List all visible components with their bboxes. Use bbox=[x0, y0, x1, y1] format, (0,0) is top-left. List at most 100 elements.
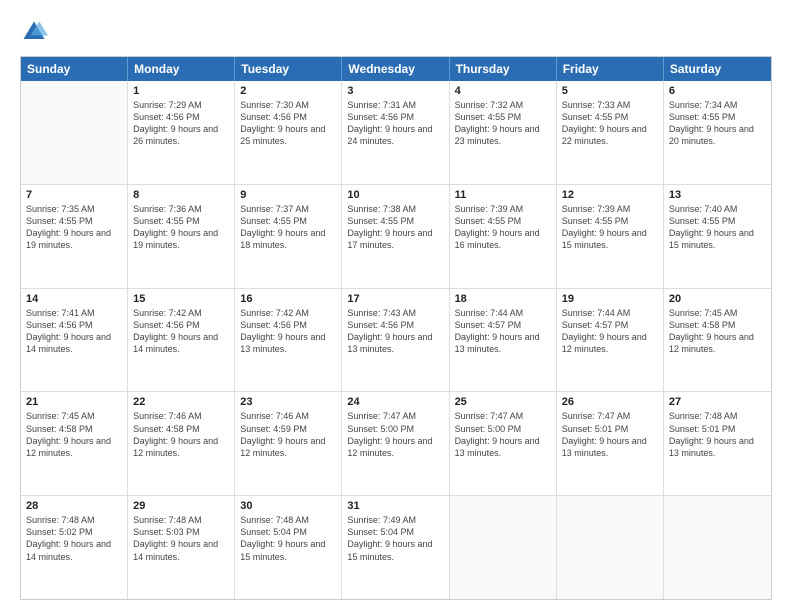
calendar-cell: 29 Sunrise: 7:48 AMSunset: 5:03 PMDayligh… bbox=[128, 496, 235, 599]
calendar-cell: 7 Sunrise: 7:35 AMSunset: 4:55 PMDaylight… bbox=[21, 185, 128, 288]
day-of-week-wednesday: Wednesday bbox=[342, 57, 449, 81]
calendar-cell: 30 Sunrise: 7:48 AMSunset: 5:04 PMDayligh… bbox=[235, 496, 342, 599]
calendar-cell: 18 Sunrise: 7:44 AMSunset: 4:57 PMDayligh… bbox=[450, 289, 557, 392]
calendar-cell: 16 Sunrise: 7:42 AMSunset: 4:56 PMDayligh… bbox=[235, 289, 342, 392]
day-info: Sunrise: 7:30 AMSunset: 4:56 PMDaylight:… bbox=[240, 99, 336, 148]
day-info: Sunrise: 7:39 AMSunset: 4:55 PMDaylight:… bbox=[562, 203, 658, 252]
calendar-cell: 13Sunrise: 7:40 AMSunset: 4:55 PMDayligh… bbox=[664, 185, 771, 288]
day-number: 29 bbox=[133, 500, 229, 512]
calendar-cell: 17Sunrise: 7:43 AMSunset: 4:56 PMDayligh… bbox=[342, 289, 449, 392]
day-info: Sunrise: 7:47 AMSunset: 5:00 PMDaylight:… bbox=[455, 410, 551, 459]
calendar: SundayMondayTuesdayWednesdayThursdayFrid… bbox=[20, 56, 772, 600]
day-info: Sunrise: 7:39 AMSunset: 4:55 PMDaylight:… bbox=[455, 203, 551, 252]
day-info: Sunrise: 7:36 AMSunset: 4:55 PMDaylight:… bbox=[133, 203, 229, 252]
day-of-week-tuesday: Tuesday bbox=[235, 57, 342, 81]
calendar-cell: 1 Sunrise: 7:29 AMSunset: 4:56 PMDaylight… bbox=[128, 81, 235, 184]
calendar-row-5: 28 Sunrise: 7:48 AMSunset: 5:02 PMDayligh… bbox=[21, 496, 771, 599]
day-number: 26 bbox=[562, 396, 658, 408]
day-number: 30 bbox=[240, 500, 336, 512]
day-number: 13 bbox=[669, 189, 766, 201]
day-number: 16 bbox=[240, 293, 336, 305]
day-number: 22 bbox=[133, 396, 229, 408]
calendar-cell: 25 Sunrise: 7:47 AMSunset: 5:00 PMDayligh… bbox=[450, 392, 557, 495]
calendar-row-4: 21 Sunrise: 7:45 AMSunset: 4:58 PMDayligh… bbox=[21, 392, 771, 496]
day-of-week-friday: Friday bbox=[557, 57, 664, 81]
calendar-row-3: 14 Sunrise: 7:41 AMSunset: 4:56 PMDayligh… bbox=[21, 289, 771, 393]
day-number: 7 bbox=[26, 189, 122, 201]
day-number: 17 bbox=[347, 293, 443, 305]
page: SundayMondayTuesdayWednesdayThursdayFrid… bbox=[0, 0, 792, 612]
day-number: 3 bbox=[347, 85, 443, 97]
calendar-cell: 22 Sunrise: 7:46 AMSunset: 4:58 PMDayligh… bbox=[128, 392, 235, 495]
calendar-cell: 19Sunrise: 7:44 AMSunset: 4:57 PMDayligh… bbox=[557, 289, 664, 392]
day-info: Sunrise: 7:47 AMSunset: 5:00 PMDaylight:… bbox=[347, 410, 443, 459]
calendar-cell: 20 Sunrise: 7:45 AMSunset: 4:58 PMDayligh… bbox=[664, 289, 771, 392]
day-of-week-saturday: Saturday bbox=[664, 57, 771, 81]
calendar-body: 1 Sunrise: 7:29 AMSunset: 4:56 PMDaylight… bbox=[21, 81, 771, 599]
day-number: 2 bbox=[240, 85, 336, 97]
header bbox=[20, 18, 772, 46]
calendar-cell: 14 Sunrise: 7:41 AMSunset: 4:56 PMDayligh… bbox=[21, 289, 128, 392]
day-info: Sunrise: 7:33 AMSunset: 4:55 PMDaylight:… bbox=[562, 99, 658, 148]
day-info: Sunrise: 7:46 AMSunset: 4:58 PMDaylight:… bbox=[133, 410, 229, 459]
calendar-cell: 26Sunrise: 7:47 AMSunset: 5:01 PMDayligh… bbox=[557, 392, 664, 495]
day-number: 1 bbox=[133, 85, 229, 97]
day-of-week-thursday: Thursday bbox=[450, 57, 557, 81]
calendar-row-1: 1 Sunrise: 7:29 AMSunset: 4:56 PMDaylight… bbox=[21, 81, 771, 185]
calendar-cell: 10Sunrise: 7:38 AMSunset: 4:55 PMDayligh… bbox=[342, 185, 449, 288]
day-info: Sunrise: 7:45 AMSunset: 4:58 PMDaylight:… bbox=[669, 307, 766, 356]
day-info: Sunrise: 7:48 AMSunset: 5:01 PMDaylight:… bbox=[669, 410, 766, 459]
day-info: Sunrise: 7:38 AMSunset: 4:55 PMDaylight:… bbox=[347, 203, 443, 252]
calendar-cell: 28 Sunrise: 7:48 AMSunset: 5:02 PMDayligh… bbox=[21, 496, 128, 599]
day-number: 11 bbox=[455, 189, 551, 201]
calendar-row-2: 7 Sunrise: 7:35 AMSunset: 4:55 PMDaylight… bbox=[21, 185, 771, 289]
calendar-cell: 4 Sunrise: 7:32 AMSunset: 4:55 PMDaylight… bbox=[450, 81, 557, 184]
calendar-cell: 5 Sunrise: 7:33 AMSunset: 4:55 PMDaylight… bbox=[557, 81, 664, 184]
calendar-cell: 27Sunrise: 7:48 AMSunset: 5:01 PMDayligh… bbox=[664, 392, 771, 495]
calendar-cell: 23 Sunrise: 7:46 AMSunset: 4:59 PMDayligh… bbox=[235, 392, 342, 495]
calendar-cell: 8 Sunrise: 7:36 AMSunset: 4:55 PMDaylight… bbox=[128, 185, 235, 288]
day-info: Sunrise: 7:48 AMSunset: 5:03 PMDaylight:… bbox=[133, 514, 229, 563]
calendar-cell: 24 Sunrise: 7:47 AMSunset: 5:00 PMDayligh… bbox=[342, 392, 449, 495]
day-number: 5 bbox=[562, 85, 658, 97]
calendar-cell: 3 Sunrise: 7:31 AMSunset: 4:56 PMDaylight… bbox=[342, 81, 449, 184]
day-info: Sunrise: 7:32 AMSunset: 4:55 PMDaylight:… bbox=[455, 99, 551, 148]
day-info: Sunrise: 7:31 AMSunset: 4:56 PMDaylight:… bbox=[347, 99, 443, 148]
day-number: 9 bbox=[240, 189, 336, 201]
day-number: 24 bbox=[347, 396, 443, 408]
calendar-cell: 11 Sunrise: 7:39 AMSunset: 4:55 PMDayligh… bbox=[450, 185, 557, 288]
calendar-cell: 6Sunrise: 7:34 AMSunset: 4:55 PMDaylight… bbox=[664, 81, 771, 184]
day-number: 21 bbox=[26, 396, 122, 408]
day-number: 28 bbox=[26, 500, 122, 512]
day-info: Sunrise: 7:48 AMSunset: 5:02 PMDaylight:… bbox=[26, 514, 122, 563]
day-number: 20 bbox=[669, 293, 766, 305]
calendar-cell: 15 Sunrise: 7:42 AMSunset: 4:56 PMDayligh… bbox=[128, 289, 235, 392]
day-number: 25 bbox=[455, 396, 551, 408]
day-info: Sunrise: 7:29 AMSunset: 4:56 PMDaylight:… bbox=[133, 99, 229, 148]
day-info: Sunrise: 7:34 AMSunset: 4:55 PMDaylight:… bbox=[669, 99, 766, 148]
calendar-header: SundayMondayTuesdayWednesdayThursdayFrid… bbox=[21, 57, 771, 81]
day-info: Sunrise: 7:49 AMSunset: 5:04 PMDaylight:… bbox=[347, 514, 443, 563]
day-number: 15 bbox=[133, 293, 229, 305]
day-number: 14 bbox=[26, 293, 122, 305]
day-number: 4 bbox=[455, 85, 551, 97]
day-info: Sunrise: 7:42 AMSunset: 4:56 PMDaylight:… bbox=[133, 307, 229, 356]
calendar-cell: 21 Sunrise: 7:45 AMSunset: 4:58 PMDayligh… bbox=[21, 392, 128, 495]
day-info: Sunrise: 7:42 AMSunset: 4:56 PMDaylight:… bbox=[240, 307, 336, 356]
calendar-cell: 12Sunrise: 7:39 AMSunset: 4:55 PMDayligh… bbox=[557, 185, 664, 288]
day-info: Sunrise: 7:44 AMSunset: 4:57 PMDaylight:… bbox=[455, 307, 551, 356]
day-info: Sunrise: 7:45 AMSunset: 4:58 PMDaylight:… bbox=[26, 410, 122, 459]
day-number: 23 bbox=[240, 396, 336, 408]
day-info: Sunrise: 7:46 AMSunset: 4:59 PMDaylight:… bbox=[240, 410, 336, 459]
day-number: 8 bbox=[133, 189, 229, 201]
calendar-cell: 9 Sunrise: 7:37 AMSunset: 4:55 PMDaylight… bbox=[235, 185, 342, 288]
calendar-cell bbox=[557, 496, 664, 599]
day-info: Sunrise: 7:41 AMSunset: 4:56 PMDaylight:… bbox=[26, 307, 122, 356]
day-info: Sunrise: 7:48 AMSunset: 5:04 PMDaylight:… bbox=[240, 514, 336, 563]
day-number: 18 bbox=[455, 293, 551, 305]
day-info: Sunrise: 7:44 AMSunset: 4:57 PMDaylight:… bbox=[562, 307, 658, 356]
calendar-cell bbox=[21, 81, 128, 184]
day-info: Sunrise: 7:35 AMSunset: 4:55 PMDaylight:… bbox=[26, 203, 122, 252]
calendar-cell bbox=[664, 496, 771, 599]
day-info: Sunrise: 7:37 AMSunset: 4:55 PMDaylight:… bbox=[240, 203, 336, 252]
